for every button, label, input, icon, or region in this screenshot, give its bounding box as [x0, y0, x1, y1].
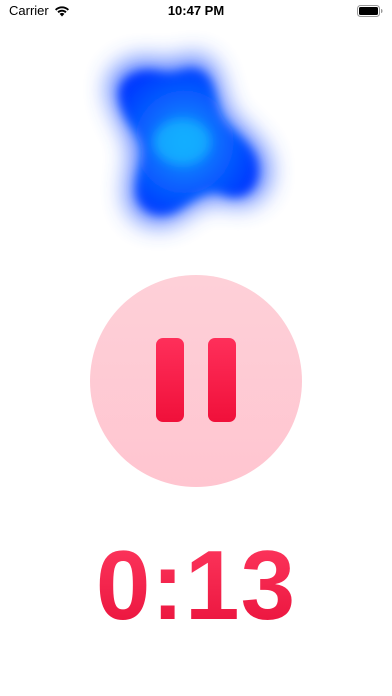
audio-blob-icon: [108, 55, 271, 226]
pause-button[interactable]: [90, 275, 302, 487]
status-time: 10:47 PM: [167, 3, 225, 18]
elapsed-timer: 0:13: [0, 530, 392, 640]
pause-bar-right: [208, 338, 236, 422]
status-bar: Carrier 10:47 PM: [0, 0, 392, 24]
pause-bar-left: [156, 338, 184, 422]
battery-icon: [357, 5, 383, 17]
